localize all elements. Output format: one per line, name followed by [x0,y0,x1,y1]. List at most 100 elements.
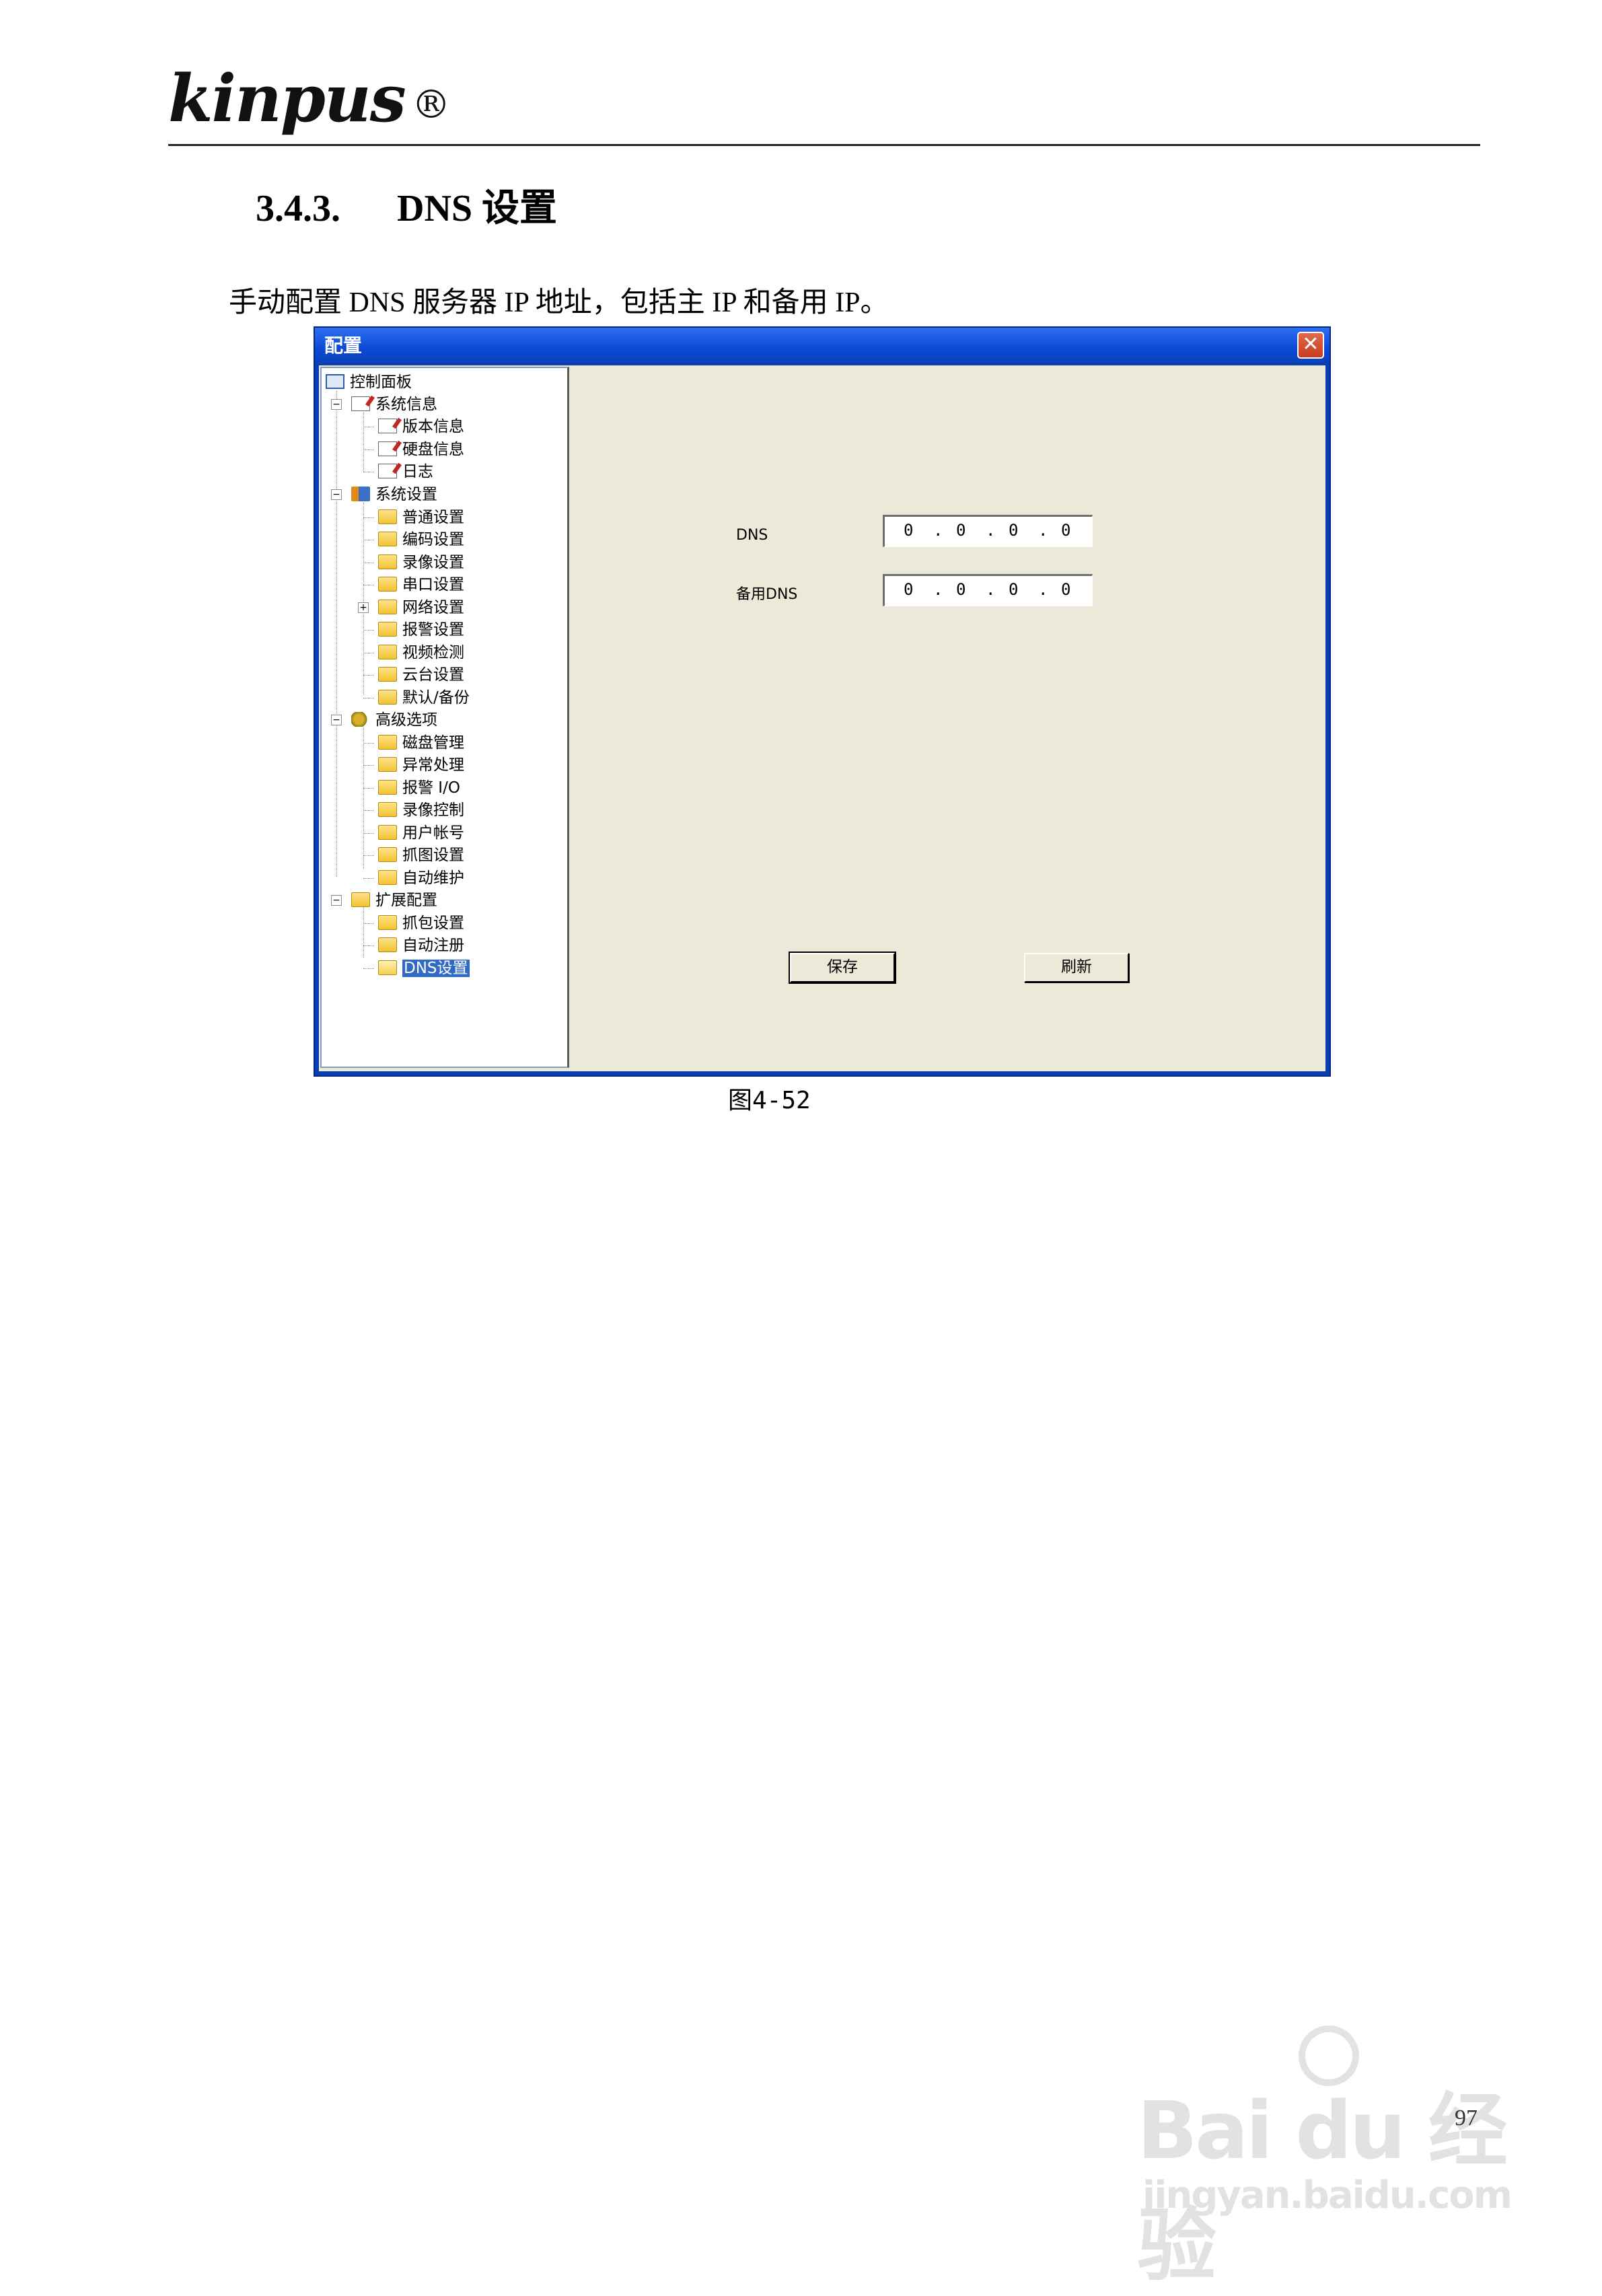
tree-node-label: 系统信息 [375,396,437,413]
tree-item-network-settings[interactable]: 网络设置 [378,596,464,619]
section-title: DNS 设置 [397,188,558,229]
folder-icon [378,621,397,637]
folder-icon [378,599,397,614]
section-number: 3.4.3. [256,188,340,229]
folder-icon [378,689,397,705]
tree-item-log[interactable]: 日志 [378,460,433,483]
tree-item-label: 日志 [402,463,433,480]
folder-icon [378,554,397,569]
close-button[interactable]: ✕ [1297,332,1324,359]
ip-dot: . [933,580,943,599]
ip-octet[interactable]: 0 [904,518,913,542]
tree-item-label: 网络设置 [402,599,464,616]
tree-item-encode-settings[interactable]: 编码设置 [378,528,464,551]
tree-item-ptz-settings[interactable]: 云台设置 [378,663,464,686]
dns-ip-input[interactable]: 0 . 0 . 0 . 0 [883,515,1093,547]
tree-item-auto-register[interactable]: 自动注册 [378,934,464,957]
tree-item-alarm-io[interactable]: 报警 I/O [378,777,460,799]
tree-item-disk-manage[interactable]: 磁盘管理 [378,731,464,754]
folder-icon [378,666,397,682]
folder-icon [378,847,397,862]
save-button[interactable]: 保存 [789,952,896,984]
close-icon: ✕ [1302,332,1319,356]
expand-toggle-network-settings[interactable]: + [358,602,369,613]
tree-node-label: 控制面板 [350,373,412,391]
tree-item-snapshot-settings[interactable]: 抓图设置 [378,844,464,867]
tree-item-record-settings[interactable]: 录像设置 [378,551,464,574]
ip-octet[interactable]: 0 [904,577,913,602]
tree-item-label: 录像控制 [402,801,464,819]
tree-item-video-detect[interactable]: 视频检测 [378,641,464,664]
tree-item-label: DNS设置 [402,960,470,977]
ip-octet[interactable]: 0 [1061,518,1070,542]
tree-node-system-settings[interactable]: 系统设置 [351,483,437,506]
collapse-toggle-extended[interactable]: − [331,895,342,906]
refresh-button[interactable]: 刷新 [1024,953,1129,982]
folder-icon [378,644,397,659]
folder-icon [378,937,397,952]
folder-icon [378,509,397,524]
tree-item-exception[interactable]: 异常处理 [378,754,464,777]
tree-item-label: 抓包设置 [402,914,464,932]
ip-octet[interactable]: 0 [956,518,966,542]
ip-dot: . [933,521,943,540]
ip-octet[interactable]: 0 [956,577,966,602]
ip-dot: . [986,580,996,599]
window-titlebar[interactable]: 配置 ✕ [315,328,1330,364]
tree-item-record-control[interactable]: 录像控制 [378,799,464,822]
collapse-toggle-system-info[interactable]: − [331,399,342,410]
registered-mark: ® [411,81,451,127]
notepad-icon [378,463,397,478]
tree-node-label: 扩展配置 [375,892,437,909]
folder-icon [378,801,397,817]
collapse-toggle-advanced[interactable]: − [331,715,342,725]
window-title: 配置 [324,334,363,357]
backup-dns-label: 备用DNS [736,586,798,603]
gears-icon [351,711,370,727]
tree-item-label: 硬盘信息 [402,441,464,458]
watermark-url: jingyan.baidu.com [1142,2174,1513,2217]
tree-node-extended[interactable]: 扩展配置 [351,889,437,912]
tree-node-advanced[interactable]: 高级选项 [351,709,437,731]
section-heading: 3.4.3. DNS 设置 [256,182,557,236]
tree-node-control-panel[interactable]: 控制面板 [326,371,412,394]
tree-item-dns-settings[interactable]: DNS设置 [378,957,470,980]
folder-icon [378,756,397,772]
page-number: 97 [1455,2106,1478,2130]
tree-item-label: 视频检测 [402,644,464,661]
tree-item-user-account[interactable]: 用户帐号 [378,822,464,845]
folder-icon [351,892,370,907]
tree-item-disk-info[interactable]: 硬盘信息 [378,438,464,461]
collapse-toggle-system-settings[interactable]: − [331,489,342,500]
folder-icon [378,531,397,546]
control-panel-icon [326,373,344,389]
tree-item-label: 普通设置 [402,509,464,526]
tree-item-general-settings[interactable]: 普通设置 [378,506,464,529]
tree-item-label: 编码设置 [402,531,464,548]
header-rule [168,144,1480,146]
tree-item-alarm-settings[interactable]: 报警设置 [378,618,464,641]
figure-caption: 图4-52 [728,1087,811,1114]
tree-item-label: 录像设置 [402,554,464,571]
ip-octet[interactable]: 0 [1061,577,1070,602]
tree-item-serial-settings[interactable]: 串口设置 [378,573,464,596]
notepad-icon [351,396,370,411]
tree-node-system-info[interactable]: 系统信息 [351,393,437,416]
tree-item-label: 串口设置 [402,576,464,594]
logo-text: kinpus [168,61,406,137]
tree-item-auto-maintain[interactable]: 自动维护 [378,867,464,890]
ip-octet[interactable]: 0 [1009,577,1018,602]
tree-item-label: 报警设置 [402,621,464,639]
tree-item-default-backup[interactable]: 默认/备份 [378,686,470,709]
window-client-area: 控制面板 − 系统信息 版本信息 硬盘信息 日志 − 系统设置 普通设置 编码设… [319,365,1325,1071]
ip-dot: . [1038,580,1048,599]
config-tree-panel[interactable]: 控制面板 − 系统信息 版本信息 硬盘信息 日志 − 系统设置 普通设置 编码设… [320,367,569,1068]
tree-item-packet-capture[interactable]: 抓包设置 [378,912,464,935]
tree-item-label: 自动注册 [402,937,464,954]
ip-octet[interactable]: 0 [1009,518,1018,542]
tree-item-label: 版本信息 [402,418,464,435]
backup-dns-ip-input[interactable]: 0 . 0 . 0 . 0 [883,574,1093,606]
tree-item-label: 用户帐号 [402,824,464,842]
tree-item-version-info[interactable]: 版本信息 [378,415,464,438]
intro-text: 手动配置 DNS 服务器 IP 地址，包括主 IP 和备用 IP。 [229,287,889,318]
